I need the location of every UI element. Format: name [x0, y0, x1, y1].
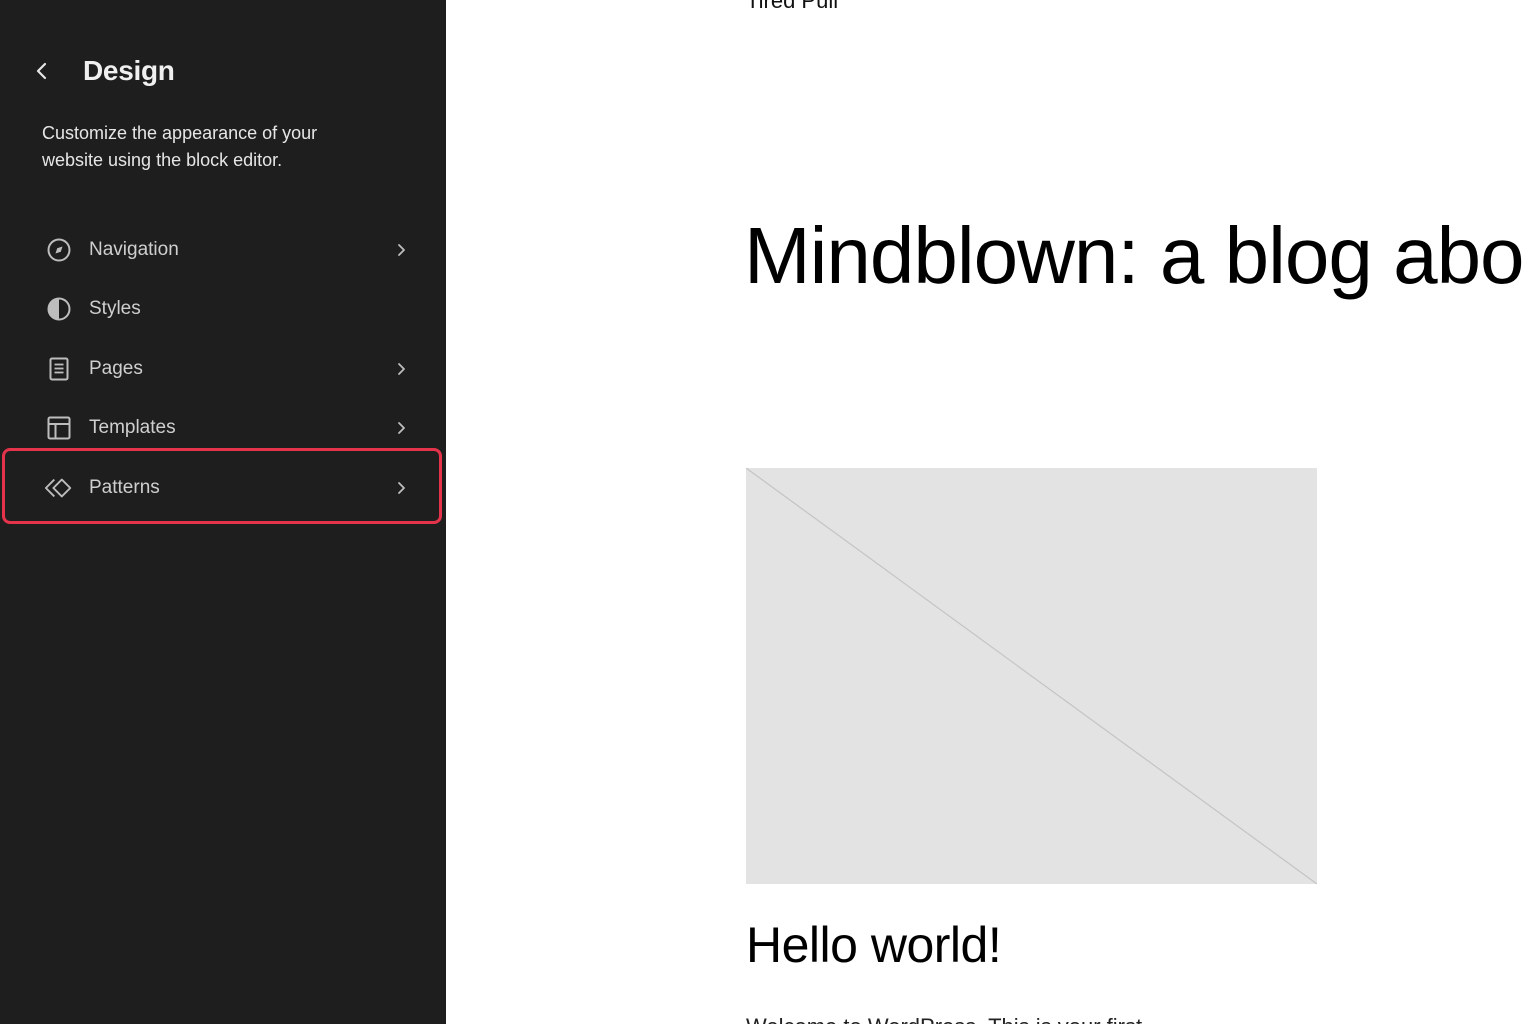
- post-excerpt: Welcome to WordPress. This is your first: [746, 1014, 1142, 1024]
- menu-item-templates[interactable]: Templates: [0, 399, 446, 459]
- back-button[interactable]: [30, 52, 54, 90]
- design-sidebar: Design Customize the appearance of your …: [0, 0, 446, 1024]
- design-menu: Navigation Styles Pages Templates Patter…: [0, 220, 446, 518]
- page-icon: [44, 354, 74, 384]
- chevron-left-icon: [36, 62, 47, 80]
- half-circle-icon: [44, 294, 74, 324]
- menu-item-label: Pages: [89, 357, 143, 379]
- chevron-right-icon: [392, 419, 410, 437]
- menu-item-styles[interactable]: Styles: [0, 280, 446, 340]
- chevron-right-icon: [392, 479, 410, 497]
- site-preview: Tired Pull Mindblown: a blog abo Hello w…: [446, 0, 1536, 1024]
- sidebar-title: Design: [83, 55, 175, 86]
- menu-item-label: Patterns: [89, 476, 160, 498]
- sidebar-header: Design: [30, 52, 175, 90]
- chevron-right-icon: [392, 360, 410, 378]
- menu-item-label: Navigation: [89, 238, 179, 260]
- featured-image-placeholder: [746, 468, 1317, 884]
- diamond-pattern-icon: [44, 473, 74, 503]
- post-title[interactable]: Hello world!: [746, 916, 1002, 974]
- compass-icon: [44, 235, 74, 265]
- chevron-right-icon: [392, 241, 410, 259]
- menu-item-label: Templates: [89, 417, 176, 439]
- menu-item-navigation[interactable]: Navigation: [0, 220, 446, 280]
- blog-heading: Mindblown: a blog abo: [744, 211, 1525, 300]
- menu-item-patterns[interactable]: Patterns: [0, 458, 446, 518]
- sidebar-description: Customize the appearance of your website…: [42, 123, 318, 170]
- site-title[interactable]: Tired Pull: [746, 0, 838, 14]
- menu-item-label: Styles: [89, 298, 141, 320]
- menu-item-pages[interactable]: Pages: [0, 339, 446, 399]
- image-placeholder-diagonal: [746, 468, 1317, 884]
- layout-icon: [44, 413, 74, 443]
